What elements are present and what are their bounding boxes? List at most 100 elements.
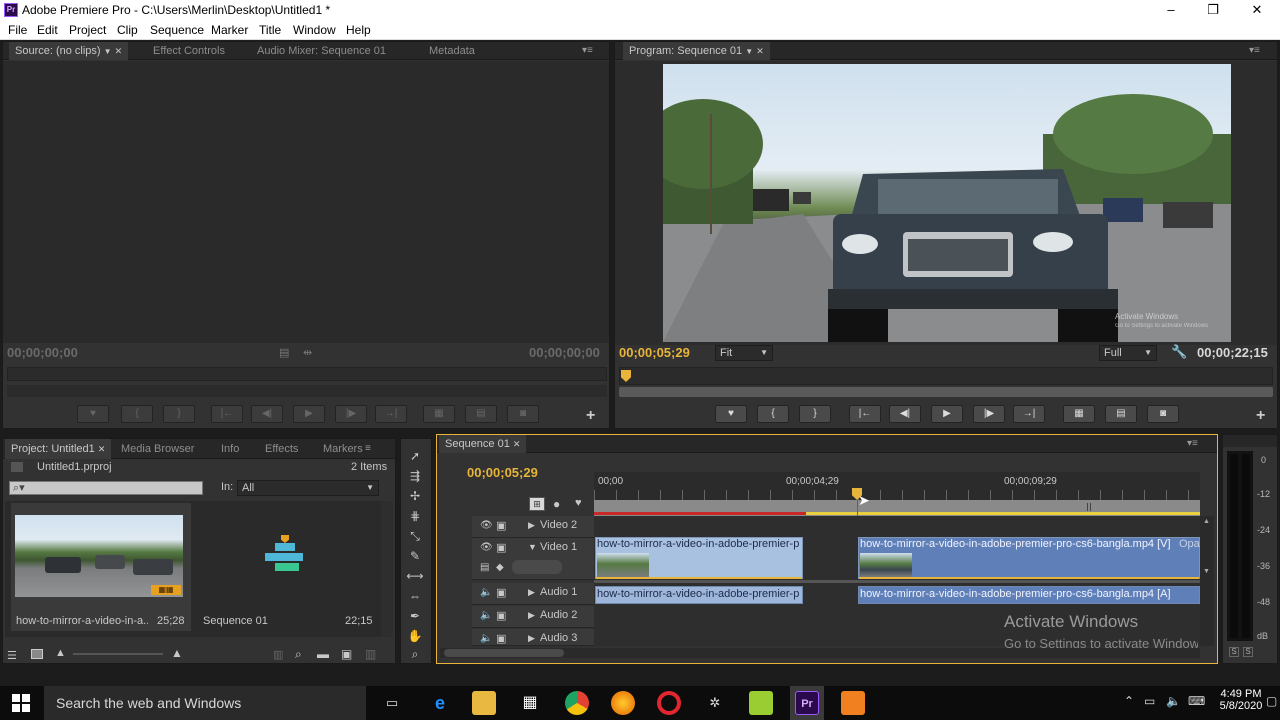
film-icon[interactable]: ▣ bbox=[496, 541, 506, 554]
keyboard-icon[interactable]: ⌨ bbox=[1188, 694, 1205, 708]
windows-start-icon[interactable] bbox=[12, 694, 30, 712]
opacity-line[interactable] bbox=[596, 577, 802, 579]
hand-tool-icon[interactable]: ✋ bbox=[405, 627, 425, 645]
play-button[interactable]: ▶ bbox=[293, 405, 325, 423]
zoom-tool-icon[interactable]: ⌕ bbox=[405, 645, 425, 663]
pen-tool-icon[interactable]: ✒ bbox=[405, 607, 425, 625]
solo-right-button[interactable]: S bbox=[1243, 647, 1253, 657]
zoom-in-icon[interactable]: ▲ bbox=[171, 646, 183, 660]
export-frame-button[interactable]: ◙ bbox=[1147, 405, 1179, 423]
step-forward-button[interactable]: |▶ bbox=[973, 405, 1005, 423]
speaker-icon[interactable]: 🔈 bbox=[480, 610, 492, 621]
close-button[interactable]: ✕ bbox=[1234, 0, 1280, 20]
export-frame-icon[interactable]: ▤ bbox=[279, 346, 289, 359]
insert-button[interactable]: ▦ bbox=[423, 405, 455, 423]
extract-button[interactable]: ▤ bbox=[1105, 405, 1137, 423]
set-encore-marker-icon[interactable]: ● bbox=[553, 497, 560, 511]
menu-edit[interactable]: Edit bbox=[37, 23, 58, 37]
taskbar-clock[interactable]: 4:49 PM 5/8/2020 bbox=[1218, 688, 1264, 712]
snap-icon[interactable]: ⊞ bbox=[529, 497, 545, 511]
lock-icon[interactable]: ▣ bbox=[496, 586, 506, 599]
slide-tool-icon[interactable]: ⇔ bbox=[405, 587, 425, 605]
source-zoom-bar[interactable] bbox=[7, 385, 607, 397]
program-zoom-bar[interactable] bbox=[619, 387, 1273, 397]
eye-icon[interactable]: 👁 bbox=[480, 542, 493, 553]
menu-marker[interactable]: Marker bbox=[211, 23, 248, 37]
trash-icon[interactable]: ▥ bbox=[365, 647, 376, 661]
rolling-edit-tool-icon[interactable]: ⋕ bbox=[405, 507, 425, 525]
notifications-icon[interactable]: ▢ bbox=[1266, 694, 1277, 708]
timeline-vertical-scrollbar[interactable]: ▲ ▼ bbox=[1200, 516, 1214, 646]
export-frame-button[interactable]: ◙ bbox=[507, 405, 539, 423]
thumbnail-size-slider[interactable] bbox=[73, 653, 163, 655]
store-icon[interactable]: ▦ bbox=[518, 691, 542, 715]
project-scrollbar[interactable] bbox=[381, 501, 393, 637]
film-icon[interactable]: ▣ bbox=[496, 519, 506, 532]
keyframe-icon[interactable]: ◆ bbox=[496, 562, 504, 573]
panel-menu-icon[interactable]: ≡ bbox=[365, 443, 371, 454]
find-icon[interactable]: ⌕ bbox=[295, 647, 302, 662]
mark-out-button[interactable]: } bbox=[799, 405, 831, 423]
display-style-icon[interactable]: ▤ bbox=[480, 562, 489, 573]
menu-project[interactable]: Project bbox=[69, 23, 106, 37]
video-audio-divider[interactable] bbox=[594, 580, 1200, 583]
opera-icon[interactable] bbox=[657, 691, 681, 715]
chevron-down-icon[interactable]: ▼ bbox=[104, 47, 112, 56]
automate-icon[interactable]: ▥ bbox=[273, 648, 283, 661]
track-audio2[interactable]: 🔈 ▣ ▶ Audio 2 bbox=[472, 606, 594, 628]
menu-window[interactable]: Window bbox=[293, 23, 336, 37]
timeline-horizontal-scrollbar[interactable] bbox=[440, 648, 1200, 658]
project-search-input[interactable]: ⌕▾ bbox=[9, 481, 203, 495]
task-view-icon[interactable]: ▭ bbox=[380, 691, 404, 715]
new-item-icon[interactable]: ▣ bbox=[341, 647, 352, 661]
tab-sequence[interactable]: Sequence 01 ✕ bbox=[439, 435, 527, 453]
opacity-line[interactable] bbox=[859, 577, 1199, 579]
go-to-out-button[interactable]: →| bbox=[375, 405, 407, 423]
collapse-triangle-icon[interactable]: ▼ bbox=[528, 542, 537, 552]
speaker-icon[interactable]: 🔈 bbox=[480, 587, 492, 598]
timeline-ruler[interactable]: 00;00 00;00;04;29 00;00;09;29 bbox=[594, 472, 1200, 500]
expand-triangle-icon[interactable]: ▶ bbox=[528, 520, 535, 531]
add-marker-button[interactable]: ♥ bbox=[715, 405, 747, 423]
panel-menu-icon[interactable]: ▾≡ bbox=[1249, 45, 1260, 56]
track-audio1[interactable]: 🔈 ▣ ▶ Audio 1 bbox=[472, 583, 594, 605]
project-item-clip[interactable]: ▦▦ how-to-mirror-a-video-in-a... 25;28 bbox=[11, 503, 191, 631]
close-icon[interactable]: ✕ bbox=[756, 46, 764, 56]
network-icon[interactable]: ▭ bbox=[1144, 694, 1155, 708]
track-select-tool-icon[interactable]: ⇶ bbox=[405, 467, 425, 485]
menu-help[interactable]: Help bbox=[346, 23, 371, 37]
menu-clip[interactable]: Clip bbox=[117, 23, 138, 37]
chevron-down-icon[interactable]: ▼ bbox=[745, 47, 753, 56]
premiere-icon[interactable]: Pr bbox=[795, 691, 819, 715]
in-select[interactable]: All ▼ bbox=[237, 480, 379, 496]
wrench-icon[interactable]: 🔧 bbox=[1171, 344, 1187, 360]
zoom-select[interactable]: Fit ▼ bbox=[715, 345, 773, 361]
orange-app-icon[interactable] bbox=[841, 691, 865, 715]
mark-in-button[interactable]: { bbox=[121, 405, 153, 423]
menu-title[interactable]: Title bbox=[259, 23, 281, 37]
show-hidden-icons[interactable]: ⌃ bbox=[1124, 694, 1134, 708]
go-to-in-button[interactable]: |← bbox=[211, 405, 243, 423]
overwrite-button[interactable]: ▤ bbox=[465, 405, 497, 423]
tab-audio-mixer[interactable]: Audio Mixer: Sequence 01 bbox=[251, 42, 392, 60]
new-bin-icon[interactable]: ▬ bbox=[317, 647, 329, 661]
mark-out-button[interactable]: } bbox=[163, 405, 195, 423]
tab-media-browser[interactable]: Media Browser bbox=[115, 439, 200, 459]
file-explorer-icon[interactable] bbox=[472, 691, 496, 715]
timeline-scroll-thumb[interactable] bbox=[444, 649, 564, 657]
zoom-out-icon[interactable]: ▲ bbox=[55, 647, 66, 659]
keyframe-navigator[interactable] bbox=[512, 560, 562, 574]
utility-tool-icon[interactable]: ✲ bbox=[703, 691, 727, 715]
timeline-clip-video[interactable]: how-to-mirror-a-video-in-adobe-premier-p bbox=[595, 537, 803, 579]
lift-button[interactable]: ▦ bbox=[1063, 405, 1095, 423]
tab-project[interactable]: Project: Untitled1 ✕ bbox=[5, 439, 112, 459]
menu-sequence[interactable]: Sequence bbox=[150, 23, 204, 37]
track-video2[interactable]: 👁 ▣ ▶ Video 2 bbox=[472, 516, 594, 538]
timeline-timecode[interactable]: 00;00;05;29 bbox=[467, 465, 538, 480]
close-icon[interactable]: ✕ bbox=[513, 439, 521, 449]
work-area-bar[interactable] bbox=[594, 500, 1200, 516]
program-time-ruler[interactable] bbox=[619, 367, 1273, 385]
program-timecode-current[interactable]: 00;00;05;29 bbox=[619, 345, 690, 360]
list-view-icon[interactable]: ☰ bbox=[7, 649, 17, 662]
tab-metadata[interactable]: Metadata bbox=[423, 42, 481, 60]
